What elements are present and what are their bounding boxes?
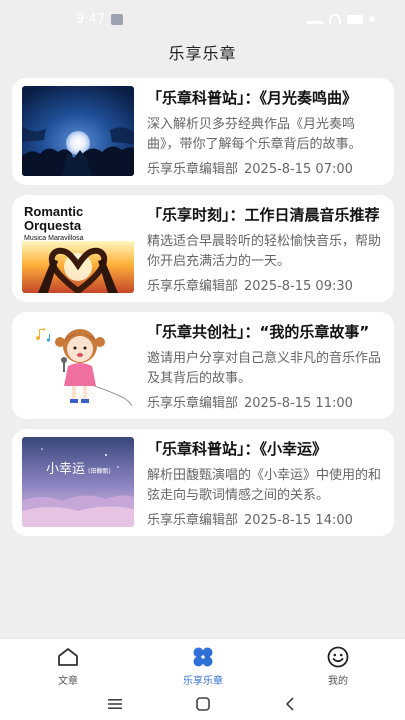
article-author: 乐享乐章编辑部 <box>147 162 239 177</box>
home-button-icon[interactable] <box>194 695 212 713</box>
article-author: 乐享乐章编辑部 <box>147 279 239 294</box>
article-author: 乐享乐章编辑部 <box>147 396 239 411</box>
xiao-xing-yun-cover-image: 小幸运 (田馥甄) <box>22 437 134 527</box>
tab-profile[interactable]: 我的 <box>298 645 378 687</box>
article-date: 2025-8-15 07:00 <box>244 162 353 177</box>
article-summary: 解析田馥甄演唱的《小幸运》中使用的和弦走向与歌词情感之间的关系。 <box>147 468 382 503</box>
article-meta: 乐享乐章编辑部 2025-8-15 07:00 <box>147 158 387 177</box>
back-icon[interactable] <box>282 695 300 713</box>
article-card[interactable]: 小幸运 (田馥甄) 「乐章科普站」：《小幸运》 解析田馥甄演唱的《小幸运》中使用… <box>12 429 394 536</box>
charging-icon <box>369 16 375 22</box>
app-notification-icon <box>111 14 123 25</box>
battery-icon <box>347 14 363 24</box>
cover-text-artist: (田馥甄) <box>88 467 111 475</box>
article-date: 2025-8-15 09:30 <box>244 279 353 294</box>
article-card[interactable]: 「乐章共创社」：“我的乐章故事” 邀请用户分享对自己意义非凡的音乐作品及其背后的… <box>12 312 394 419</box>
article-meta: 乐享乐章编辑部 2025-8-15 14:00 <box>147 509 387 528</box>
article-title: 「乐章共创社」：“我的乐章故事” <box>147 323 370 341</box>
album-text-line3: Musica Maravillosa <box>24 235 84 242</box>
article-summary: 邀请用户分享对自己意义非凡的音乐作品及其背后的故事。 <box>147 351 382 386</box>
tab-label: 文章 <box>58 676 78 687</box>
system-navigation-bar <box>0 688 405 720</box>
home-icon <box>58 648 78 666</box>
moon-night-image <box>22 86 134 176</box>
singing-girl-image <box>22 320 134 410</box>
article-title: 「乐享时刻」：工作日清晨音乐推荐 <box>147 206 380 224</box>
article-summary: 精选适合早晨聆听的轻松愉快音乐，帮助你开启充满活力的一天。 <box>147 234 382 269</box>
cover-text-title: 小幸运 <box>46 462 85 477</box>
signal-icon <box>307 14 323 24</box>
article-card[interactable]: 「乐章科普站」：《月光奏鸣曲》 深入解析贝多芬经典作品《月光奏鸣曲》，带你了解每… <box>12 78 394 185</box>
article-title: 「乐章科普站」：《月光奏鸣曲》 <box>147 89 358 107</box>
album-text-line1: Romantic <box>24 204 83 219</box>
romantic-orquesta-album-image: Romantic Orquesta Musica Maravillosa <box>22 203 134 293</box>
article-meta: 乐享乐章编辑部 2025-8-15 09:30 <box>147 275 387 294</box>
article-meta: 乐享乐章编辑部 2025-8-15 11:00 <box>147 392 387 411</box>
tab-articles[interactable]: 文章 <box>28 645 108 687</box>
smiley-icon <box>327 646 349 668</box>
status-time: 9:47 <box>76 12 106 27</box>
article-card[interactable]: Romantic Orquesta Musica Maravillosa 「乐享… <box>12 195 394 302</box>
status-indicators <box>307 13 375 25</box>
album-text-line2: Orquesta <box>24 218 82 233</box>
wifi-icon <box>329 14 341 24</box>
tab-label: 乐享乐章 <box>183 676 223 687</box>
bottom-tab-bar: 文章 乐享乐章 我的 <box>0 638 405 688</box>
article-date: 2025-8-15 14:00 <box>244 513 353 528</box>
page-title: 乐享乐章 <box>168 44 237 63</box>
article-summary: 深入解析贝多芬经典作品《月光奏鸣曲》，带你了解每个乐章背后的故事。 <box>147 117 362 152</box>
article-date: 2025-8-15 11:00 <box>244 396 353 411</box>
menu-icon[interactable] <box>106 695 124 713</box>
status-bar: 9:47 <box>0 0 405 36</box>
article-title: 「乐章科普站」：《小幸运》 <box>147 440 328 458</box>
article-author: 乐享乐章编辑部 <box>147 513 239 528</box>
tab-music[interactable]: 乐享乐章 <box>163 645 243 687</box>
four-petal-icon <box>193 647 213 667</box>
tab-label: 我的 <box>328 676 348 687</box>
